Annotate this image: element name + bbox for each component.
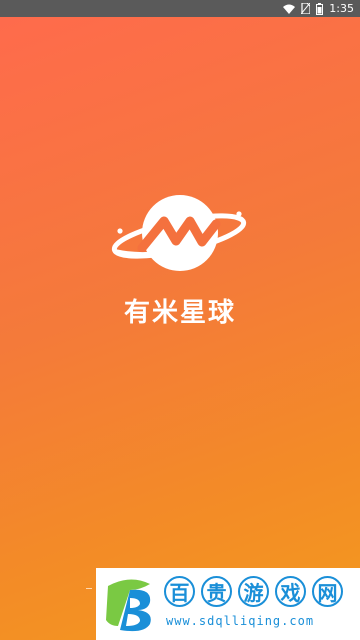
watermark-char: 网 bbox=[312, 576, 343, 607]
status-time: 1:35 bbox=[329, 2, 354, 15]
divider bbox=[86, 588, 92, 589]
battery-icon bbox=[316, 2, 324, 15]
brand-name: 有米星球 bbox=[123, 298, 236, 328]
status-bar: 1:35 bbox=[0, 0, 360, 17]
watermark-char: 游 bbox=[238, 576, 269, 607]
watermark-char: 百 bbox=[164, 576, 195, 607]
app-logo bbox=[104, 186, 254, 296]
wifi-icon bbox=[283, 4, 296, 14]
watermark-logo-icon bbox=[100, 574, 160, 634]
watermark-banner: 百 贵 游 戏 网 www.sdqlliqing.com bbox=[96, 568, 360, 640]
watermark-char: 贵 bbox=[201, 576, 232, 607]
splash-screen: 1:35 有米星球 百 贵 游 戏 网 www.sdqlliqing.com bbox=[0, 0, 360, 640]
watermark-title: 百 贵 游 戏 网 bbox=[164, 576, 343, 607]
no-sim-icon bbox=[301, 3, 311, 14]
watermark-url: www.sdqlliqing.com bbox=[166, 614, 315, 628]
planet-m-logo-icon bbox=[111, 195, 247, 271]
watermark-char: 戏 bbox=[275, 576, 306, 607]
